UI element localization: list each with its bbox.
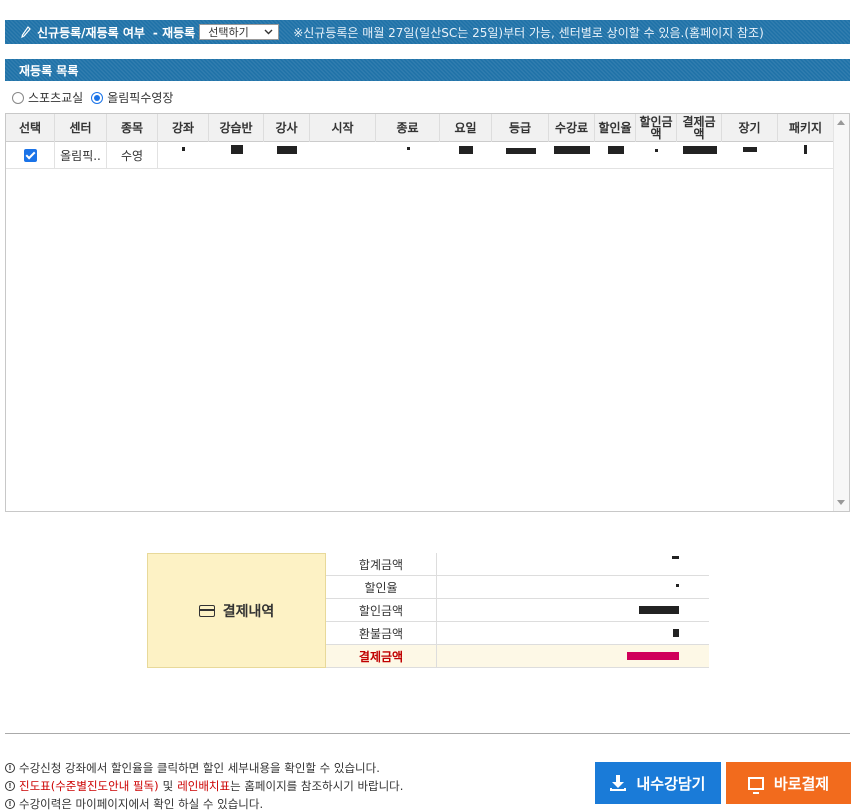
payment-refund-value xyxy=(437,622,709,644)
col-course[interactable]: 강좌 xyxy=(158,114,209,142)
row-fee xyxy=(549,142,595,169)
payment-summary-title-panel: 결제내역 xyxy=(147,553,326,668)
col-discount-rate[interactable]: 할인율 xyxy=(595,114,636,142)
note-history: ! 수강이력은 마이페이지에서 확인 하실 수 있습니다. xyxy=(5,795,403,810)
registration-mode-label: - 재등록 xyxy=(152,25,196,40)
row-course xyxy=(158,142,209,169)
payment-row-final: 결제금액 xyxy=(326,645,709,668)
col-level[interactable]: 등급 xyxy=(492,114,549,142)
row-checkbox[interactable] xyxy=(23,149,37,162)
add-to-cart-label: 내수강담기 xyxy=(636,774,706,793)
radio-olympic-pool[interactable] xyxy=(91,91,104,104)
download-icon xyxy=(610,775,627,791)
facility-filter: 스포츠교실 올림픽수영장 xyxy=(12,89,177,106)
row-package xyxy=(778,142,833,169)
payment-final-label: 결제금액 xyxy=(326,645,437,667)
pay-now-label: 바로결제 xyxy=(773,774,830,793)
col-start[interactable]: 시작 xyxy=(310,114,376,142)
radio-sports-class[interactable] xyxy=(12,91,24,104)
note-schedule: ! 진도표(수준별진도안내 필독) 및 레인배치표는 홈페이지를 참조하시기 바… xyxy=(5,777,403,795)
payment-row-refund: 환불금액 xyxy=(326,622,709,645)
payment-row-discount-rate: 할인율 xyxy=(326,576,709,599)
row-discount-amount xyxy=(636,142,677,169)
payment-discount-amount-value xyxy=(437,599,709,621)
radio-sports-class-label[interactable]: 스포츠교실 xyxy=(28,89,83,106)
payment-row-discount-amount: 할인금액 xyxy=(326,599,709,622)
row-start xyxy=(310,142,376,169)
row-level xyxy=(492,142,549,169)
note-discount-text: 수강신청 강좌에서 할인율을 클릭하면 할인 세부내용을 확인할 수 있습니다. xyxy=(19,761,380,775)
note-history-text: 수강이력은 마이페이지에서 확인 하실 수 있습니다. xyxy=(19,797,264,810)
grid-scrollbar[interactable] xyxy=(833,114,849,511)
col-package[interactable]: 패키지 xyxy=(778,114,833,142)
row-center: 올림픽.. xyxy=(55,142,107,169)
payment-row-total: 합계금액 xyxy=(326,553,709,576)
re-registration-grid: 선택 센터 종목 강좌 강습반 강사 시작 종료 요일 등급 수강료 할인율 할… xyxy=(5,113,850,512)
registration-select-value: 선택하기 xyxy=(208,26,249,39)
row-payment-amount xyxy=(677,142,722,169)
payment-summary-title: 결제내역 xyxy=(222,603,275,620)
col-center[interactable]: 센터 xyxy=(55,114,107,142)
col-discount-amount[interactable]: 할인금액 xyxy=(636,114,677,142)
radio-olympic-pool-label[interactable]: 올림픽수영장 xyxy=(107,89,173,106)
col-payment-amount[interactable]: 결제금액 xyxy=(677,114,722,142)
note-lane-link[interactable]: 레인배치표 xyxy=(177,779,230,793)
chevron-down-icon xyxy=(264,29,273,35)
row-instructor xyxy=(264,142,310,169)
row-discount-rate[interactable] xyxy=(595,142,636,169)
col-long-term[interactable]: 장기 xyxy=(722,114,778,142)
payment-summary: 결제내역 합계금액 할인율 할인금액 환불금액 결제금액 xyxy=(147,553,709,668)
divider xyxy=(5,733,850,734)
payment-final-value xyxy=(437,645,709,667)
col-end[interactable]: 종료 xyxy=(376,114,440,142)
payment-discount-rate-label: 할인율 xyxy=(326,576,437,598)
notes: ! 수강신청 강좌에서 할인율을 클릭하면 할인 세부내용을 확인할 수 있습니… xyxy=(5,759,403,810)
monitor-icon xyxy=(747,776,764,794)
re-registration-list-header: 재등록 목록 xyxy=(5,59,850,81)
row-sport: 수영 xyxy=(107,142,158,169)
row-select-cell xyxy=(6,142,55,169)
registration-type-bar: 신규등록/재등록 여부 - 재등록 선택하기 ※신규등록은 매월 27일(일산S… xyxy=(5,20,850,44)
add-to-cart-button[interactable]: 내수강담기 xyxy=(595,762,721,804)
row-long-term xyxy=(722,142,778,169)
payment-refund-label: 환불금액 xyxy=(326,622,437,644)
payment-total-label: 합계금액 xyxy=(326,553,437,575)
registration-select[interactable]: 선택하기 xyxy=(199,24,280,40)
payment-discount-rate-value xyxy=(437,576,709,598)
payment-rows: 합계금액 할인율 할인금액 환불금액 결제금액 xyxy=(326,553,709,668)
scroll-down-arrow-icon[interactable] xyxy=(837,500,845,505)
col-select[interactable]: 선택 xyxy=(6,114,55,142)
col-day[interactable]: 요일 xyxy=(440,114,492,142)
col-class[interactable]: 강습반 xyxy=(209,114,264,142)
note-discount: ! 수강신청 강좌에서 할인율을 클릭하면 할인 세부내용을 확인할 수 있습니… xyxy=(5,759,403,777)
pay-now-button[interactable]: 바로결제 xyxy=(726,762,851,804)
col-fee[interactable]: 수강료 xyxy=(549,114,595,142)
section-title: 재등록 목록 xyxy=(19,63,79,78)
row-day xyxy=(440,142,492,169)
payment-total-value xyxy=(437,553,709,575)
registration-notice: ※신규등록은 매월 27일(일산SC는 25일)부터 가능, 센터별로 상이할 … xyxy=(293,25,764,40)
info-icon: ! xyxy=(5,781,15,791)
note-progress-link[interactable]: 진도표(수준별진도안내 필독) xyxy=(19,777,159,795)
note-and: 및 xyxy=(162,779,174,793)
row-class xyxy=(209,142,264,169)
scroll-up-arrow-icon[interactable] xyxy=(837,120,845,125)
col-sport[interactable]: 종목 xyxy=(107,114,158,142)
pen-icon xyxy=(21,26,31,38)
col-instructor[interactable]: 강사 xyxy=(264,114,310,142)
info-icon: ! xyxy=(5,799,15,809)
registration-type-title: 신규등록/재등록 여부 xyxy=(37,25,145,40)
payment-discount-amount-label: 할인금액 xyxy=(326,599,437,621)
note-schedule-end: 는 홈페이지를 참조하시기 바랍니다. xyxy=(230,779,404,793)
row-end xyxy=(376,142,440,169)
credit-card-icon xyxy=(198,604,215,617)
grid-header: 선택 센터 종목 강좌 강습반 강사 시작 종료 요일 등급 수강료 할인율 할… xyxy=(6,114,833,142)
info-icon: ! xyxy=(5,763,15,773)
table-row[interactable]: 올림픽.. 수영 xyxy=(6,142,833,169)
